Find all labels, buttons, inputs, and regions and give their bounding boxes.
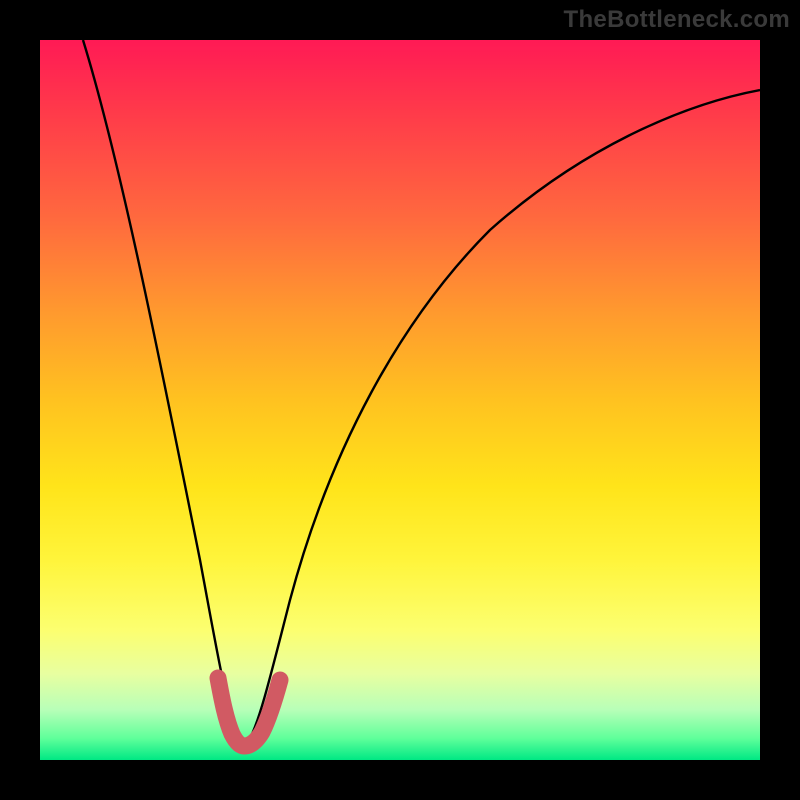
watermark-text: TheBottleneck.com <box>564 6 790 34</box>
chart-svg <box>40 40 760 760</box>
bottleneck-curve <box>83 40 760 741</box>
chart-plot-area <box>40 40 760 760</box>
minimum-highlight <box>218 678 280 746</box>
chart-frame: TheBottleneck.com <box>0 0 800 800</box>
